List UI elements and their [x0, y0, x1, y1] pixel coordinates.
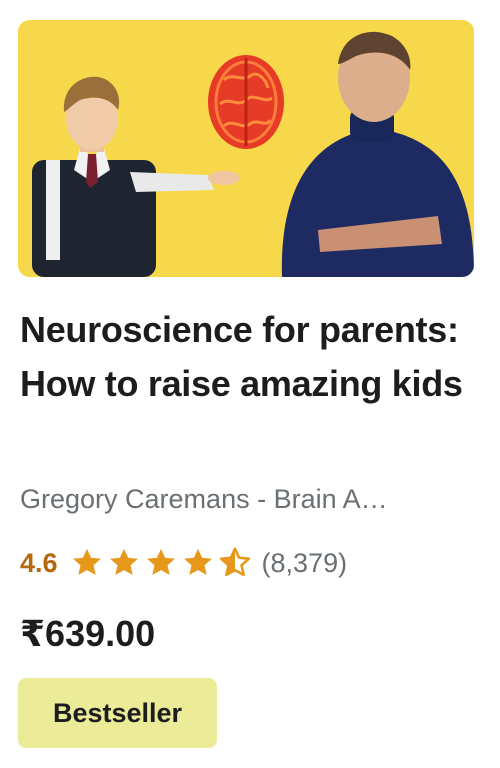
brain-illustration — [208, 55, 284, 149]
course-title[interactable]: Neuroscience for parents: How to raise a… — [20, 303, 480, 411]
bestseller-badge: Bestseller — [18, 678, 217, 748]
rating-count: (8,379) — [261, 547, 348, 578]
rating-value: 4.6 — [20, 547, 58, 578]
star-icon — [70, 546, 104, 580]
star-icon — [144, 546, 178, 580]
course-thumbnail[interactable] — [18, 20, 474, 277]
course-card[interactable]: Neuroscience for parents: How to raise a… — [0, 0, 500, 768]
rating-stars — [70, 546, 252, 580]
rating-row: 4.6 (8,379) — [20, 542, 347, 584]
course-thumbnail-image — [18, 20, 474, 277]
star-icon — [181, 546, 215, 580]
instructor-name: Gregory Caremans - Brain A… — [20, 484, 388, 514]
course-price: ₹639.00 — [20, 613, 156, 654]
star-icon — [107, 546, 141, 580]
star-half-icon — [218, 546, 252, 580]
